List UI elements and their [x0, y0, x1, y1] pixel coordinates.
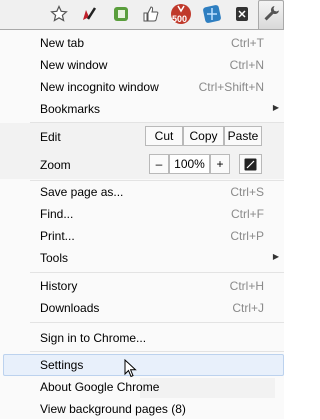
shortcut-label: Ctrl+T	[231, 36, 264, 50]
menu-item-downloads[interactable]: Downloads Ctrl+J	[0, 297, 284, 319]
zoom-row: Zoom – 100% +	[0, 151, 284, 179]
shortcut-label: Ctrl+F	[231, 207, 264, 221]
menu-item-label: New window	[40, 58, 108, 72]
menu-item-tools[interactable]: Tools ▶	[0, 247, 284, 269]
edit-row: Edit Cut Copy Paste	[0, 123, 284, 151]
menu-item-label: Tools	[40, 251, 69, 265]
paste-button[interactable]: Paste	[224, 126, 262, 146]
menu-separator	[30, 351, 284, 352]
menu-item-find[interactable]: Find... Ctrl+F	[0, 203, 284, 225]
zoom-out-button[interactable]: –	[149, 154, 169, 174]
badge-extension-icon[interactable]: 500	[170, 3, 192, 25]
menu-item-label: Sign in to Chrome...	[40, 331, 147, 345]
evernote-icon[interactable]	[110, 3, 132, 25]
menu-item-new-tab[interactable]: New tab Ctrl+T	[0, 32, 284, 54]
copy-button[interactable]: Copy	[183, 126, 224, 146]
pen-extension-icon[interactable]	[78, 3, 100, 25]
menu-item-label: History	[40, 279, 78, 293]
menu-item-label: Bookmarks	[40, 102, 101, 116]
menu-item-label: About Google Chrome	[40, 380, 160, 394]
thumbs-up-icon[interactable]	[140, 3, 162, 25]
menu-item-label: New incognito window	[40, 80, 159, 94]
menu-item-view-background-pages[interactable]: View background pages (8)	[0, 398, 284, 420]
browser-toolbar: 500	[0, 0, 284, 30]
cut-extension-icon[interactable]	[231, 3, 253, 25]
menu-item-label: New tab	[40, 36, 85, 50]
menu-item-label: Print...	[40, 229, 75, 243]
submenu-arrow-icon: ▶	[272, 103, 279, 112]
shortcut-label: Ctrl+S	[230, 185, 264, 199]
globe-extension-icon[interactable]	[201, 3, 223, 25]
fullscreen-icon	[244, 158, 257, 176]
menu-item-label: Save page as...	[40, 185, 124, 199]
star-icon[interactable]	[48, 3, 70, 25]
menu-item-bookmarks[interactable]: Bookmarks ▶	[0, 98, 284, 120]
cut-button[interactable]: Cut	[145, 126, 183, 146]
menu-item-label: Settings	[40, 358, 84, 372]
menu-separator	[30, 322, 284, 323]
menu-item-new-window[interactable]: New window Ctrl+N	[0, 54, 284, 76]
zoom-in-button[interactable]: +	[210, 154, 230, 174]
wrench-menu-button[interactable]	[258, 0, 284, 29]
chrome-menu: New tab Ctrl+T New window Ctrl+N New inc…	[0, 29, 284, 419]
shortcut-label: Ctrl+N	[229, 58, 264, 72]
menu-item-about[interactable]: About Google Chrome	[0, 376, 284, 398]
zoom-level-display: 100%	[169, 154, 210, 174]
menu-item-history[interactable]: History Ctrl+H	[0, 275, 284, 297]
menu-item-label: Find...	[40, 207, 74, 221]
menu-item-label: View background pages (8)	[40, 402, 186, 416]
submenu-arrow-icon: ▶	[272, 252, 279, 261]
menu-item-settings[interactable]: Settings	[0, 354, 284, 376]
menu-separator	[30, 272, 284, 273]
menu-item-save-page[interactable]: Save page as... Ctrl+S	[0, 181, 284, 203]
zoom-label: Zoom	[40, 158, 71, 172]
menu-item-print[interactable]: Print... Ctrl+P	[0, 225, 284, 247]
menu-item-label: Downloads	[40, 301, 100, 315]
edit-label: Edit	[40, 130, 61, 144]
shortcut-label: Ctrl+J	[232, 301, 264, 315]
shortcut-label: Ctrl+P	[230, 229, 264, 243]
menu-item-sign-in[interactable]: Sign in to Chrome...	[0, 327, 284, 349]
fullscreen-button[interactable]	[239, 154, 262, 174]
wrench-icon	[262, 4, 280, 27]
menu-item-new-incognito-window[interactable]: New incognito window Ctrl+Shift+N	[0, 76, 284, 98]
shortcut-label: Ctrl+H	[229, 279, 264, 293]
shortcut-label: Ctrl+Shift+N	[198, 80, 264, 94]
extension-badge-count: 500	[172, 14, 188, 24]
